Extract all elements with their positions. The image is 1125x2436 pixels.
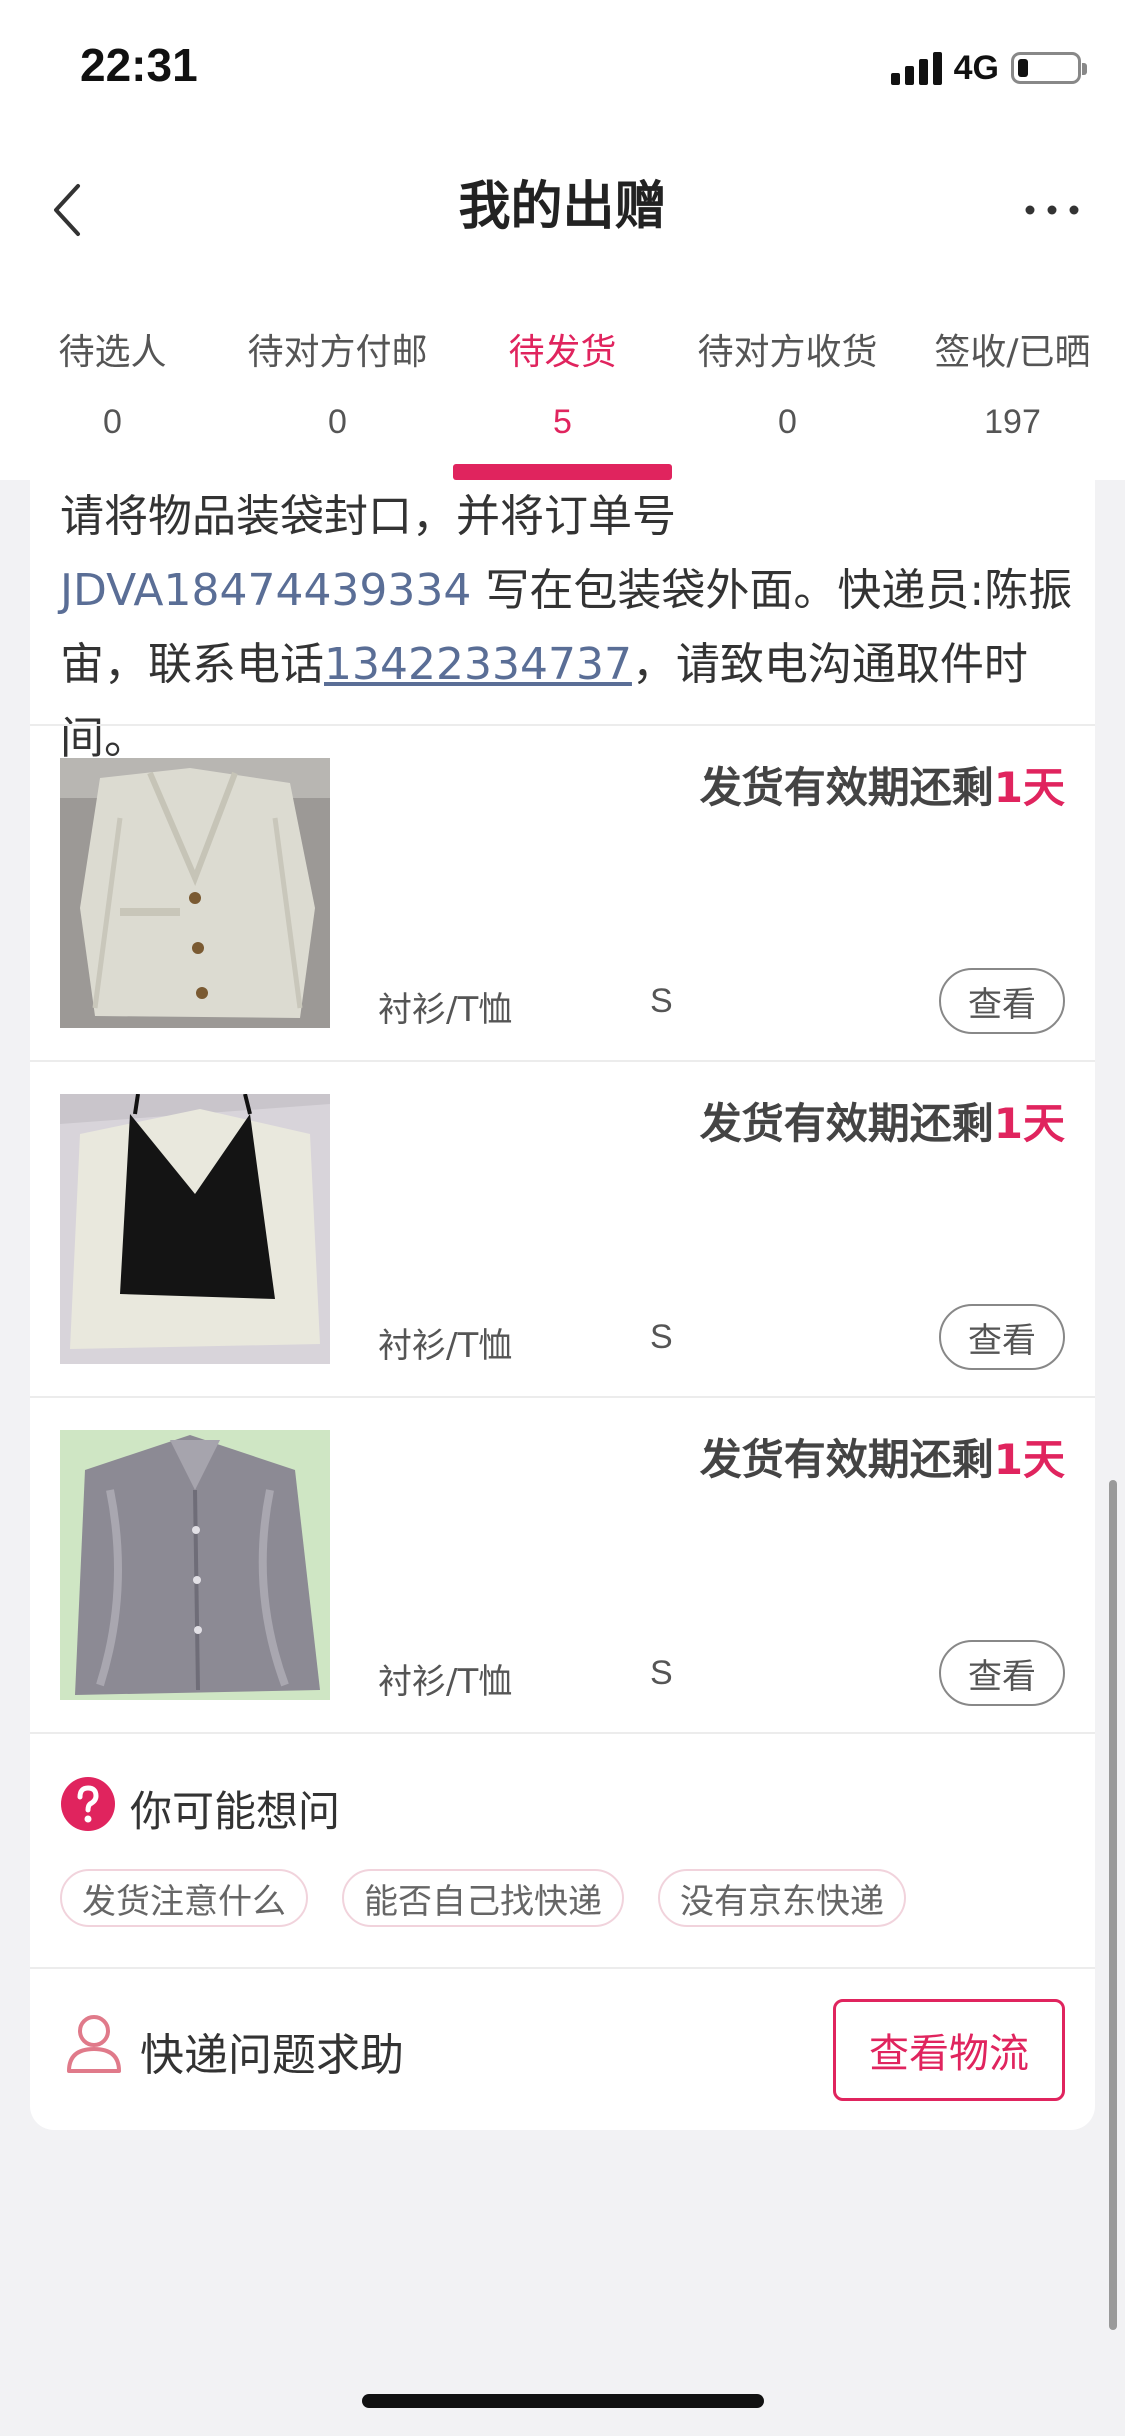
tab-pending-shipment[interactable]: 待发货 5 <box>450 295 675 480</box>
tab-count: 0 <box>328 403 347 441</box>
status-time: 22:31 <box>80 39 198 91</box>
tab-count: 197 <box>984 403 1041 441</box>
item-row[interactable]: 发货有效期还剩1天 衬衫/T恤 S 查看 <box>30 1396 1095 1732</box>
tab-label: 待发货 <box>508 332 617 373</box>
item-thumbnail[interactable] <box>60 758 330 1028</box>
item-row[interactable]: 发货有效期还剩1天 衬衫/T恤 S 查看 <box>30 1060 1095 1396</box>
shipping-deadline: 发货有效期还剩1天 <box>700 754 1065 815</box>
tab-pending-postage[interactable]: 待对方付邮 0 <box>225 295 450 480</box>
tab-label: 待选人 <box>58 332 167 373</box>
view-button[interactable]: 查看 <box>939 968 1065 1034</box>
faq-chip[interactable]: 没有京东快递 <box>658 1869 906 1927</box>
deadline-days: 1天 <box>993 1435 1065 1484</box>
page-title: 我的出赠 <box>458 177 667 237</box>
battery-icon <box>1011 52 1087 84</box>
scrollbar[interactable] <box>1109 1480 1117 2330</box>
nav-bar: 我的出赠 <box>0 140 1125 295</box>
item-size: S <box>650 982 673 1020</box>
faq-chip[interactable]: 发货注意什么 <box>60 1869 308 1927</box>
tab-label: 待对方收货 <box>697 332 878 373</box>
network-type: 4G <box>953 48 999 87</box>
faq-section: 你可能想问 发货注意什么 能否自己找快递 没有京东快递 <box>30 1732 1095 1967</box>
tab-count: 5 <box>553 403 572 441</box>
courier-help-section: 快递问题求助 查看物流 <box>30 1967 1095 2130</box>
home-indicator[interactable] <box>362 2394 764 2408</box>
view-logistics-button[interactable]: 查看物流 <box>833 1999 1065 2101</box>
deadline-text: 发货有效期还剩 <box>699 763 994 812</box>
signal-icon <box>890 51 942 85</box>
deadline-text: 发货有效期还剩 <box>699 1435 994 1484</box>
question-icon <box>61 1777 115 1831</box>
shipping-deadline: 发货有效期还剩1天 <box>700 1426 1065 1487</box>
view-button[interactable]: 查看 <box>939 1304 1065 1370</box>
tab-count: 0 <box>103 403 122 441</box>
status-bar: 22:31 4G <box>0 0 1125 140</box>
notice-text: 请将物品装袋封口，并将订单号 <box>60 491 676 542</box>
deadline-days: 1天 <box>993 763 1065 812</box>
deadline-days: 1天 <box>993 1099 1065 1148</box>
faq-chips: 发货注意什么 能否自己找快递 没有京东快递 <box>60 1869 906 1927</box>
item-category: 衬衫/T恤 <box>378 1326 513 1366</box>
view-button[interactable]: 查看 <box>939 1640 1065 1706</box>
status-tabs: 待选人 0 待对方付邮 0 待发货 5 待对方收货 0 签收/已晒 197 <box>0 295 1125 480</box>
app-screen: 22:31 4G 我的出赠 待选人 0 待对方付邮 0 待发货 5 待对方收货 … <box>0 0 1125 2436</box>
tab-received[interactable]: 签收/已晒 197 <box>900 295 1125 480</box>
courier-help-link[interactable]: 快递问题求助 <box>140 2019 404 2083</box>
status-indicators: 4G <box>890 48 1087 88</box>
item-thumbnail[interactable] <box>60 1094 330 1364</box>
item-category: 衬衫/T恤 <box>378 1662 513 1702</box>
more-button[interactable] <box>1007 170 1097 250</box>
faq-chip[interactable]: 能否自己找快递 <box>342 1869 624 1927</box>
tab-label: 待对方付邮 <box>247 332 428 373</box>
faq-title: 你可能想问 <box>130 1787 341 1836</box>
tab-count: 0 <box>778 403 797 441</box>
item-thumbnail[interactable] <box>60 1430 330 1700</box>
item-category: 衬衫/T恤 <box>378 990 513 1030</box>
item-row[interactable]: 发货有效期还剩1天 衬衫/T恤 S 查看 <box>30 724 1095 1060</box>
item-size: S <box>650 1318 673 1356</box>
courier-phone-link[interactable]: 13422334737 <box>324 639 632 690</box>
item-size: S <box>650 1654 673 1692</box>
tab-label: 签收/已晒 <box>934 332 1091 373</box>
active-tab-indicator <box>453 464 672 480</box>
order-number[interactable]: JDVA18474439334 <box>60 565 471 616</box>
shipment-card: 请将物品装袋封口，并将订单号 JDVA18474439334 写在包装袋外面。快… <box>30 480 1095 2130</box>
tab-pending-selection[interactable]: 待选人 0 <box>0 295 225 480</box>
more-dots-icon <box>1025 205 1079 215</box>
deadline-text: 发货有效期还剩 <box>699 1099 994 1148</box>
shipping-deadline: 发货有效期还剩1天 <box>700 1090 1065 1151</box>
user-icon <box>67 2015 121 2073</box>
tab-pending-receipt[interactable]: 待对方收货 0 <box>675 295 900 480</box>
